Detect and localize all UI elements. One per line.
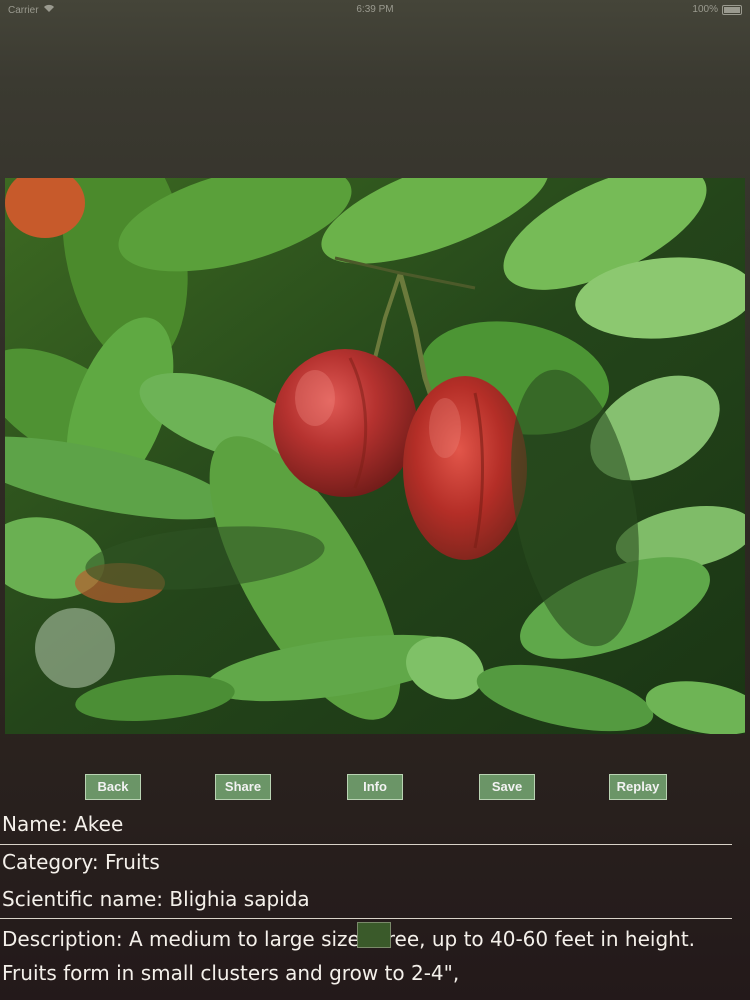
divider: [0, 844, 732, 845]
app-screen: Carrier 6:39 PM 100% Back Share Info Sav…: [0, 0, 750, 1000]
action-button-row: Back Share Info Save Replay: [0, 774, 750, 800]
save-button[interactable]: Save: [479, 774, 535, 800]
divider: [0, 918, 732, 919]
thumbnail-image: [357, 922, 391, 948]
battery-percent: 100%: [692, 4, 718, 15]
share-button[interactable]: Share: [215, 774, 271, 800]
fruit-photo: [5, 178, 745, 734]
status-right: 100%: [692, 4, 742, 15]
status-time: 6:39 PM: [356, 4, 394, 15]
info-button[interactable]: Info: [347, 774, 403, 800]
fruit-name: Name: Akee: [2, 812, 124, 836]
status-bar: Carrier 6:39 PM 100%: [0, 0, 750, 20]
replay-button[interactable]: Replay: [609, 774, 667, 800]
battery-icon: [722, 4, 742, 15]
back-button[interactable]: Back: [85, 774, 141, 800]
fruit-scientific-name: Scientific name: Blighia sapida: [2, 887, 310, 911]
fruit-category: Category: Fruits: [2, 850, 160, 874]
